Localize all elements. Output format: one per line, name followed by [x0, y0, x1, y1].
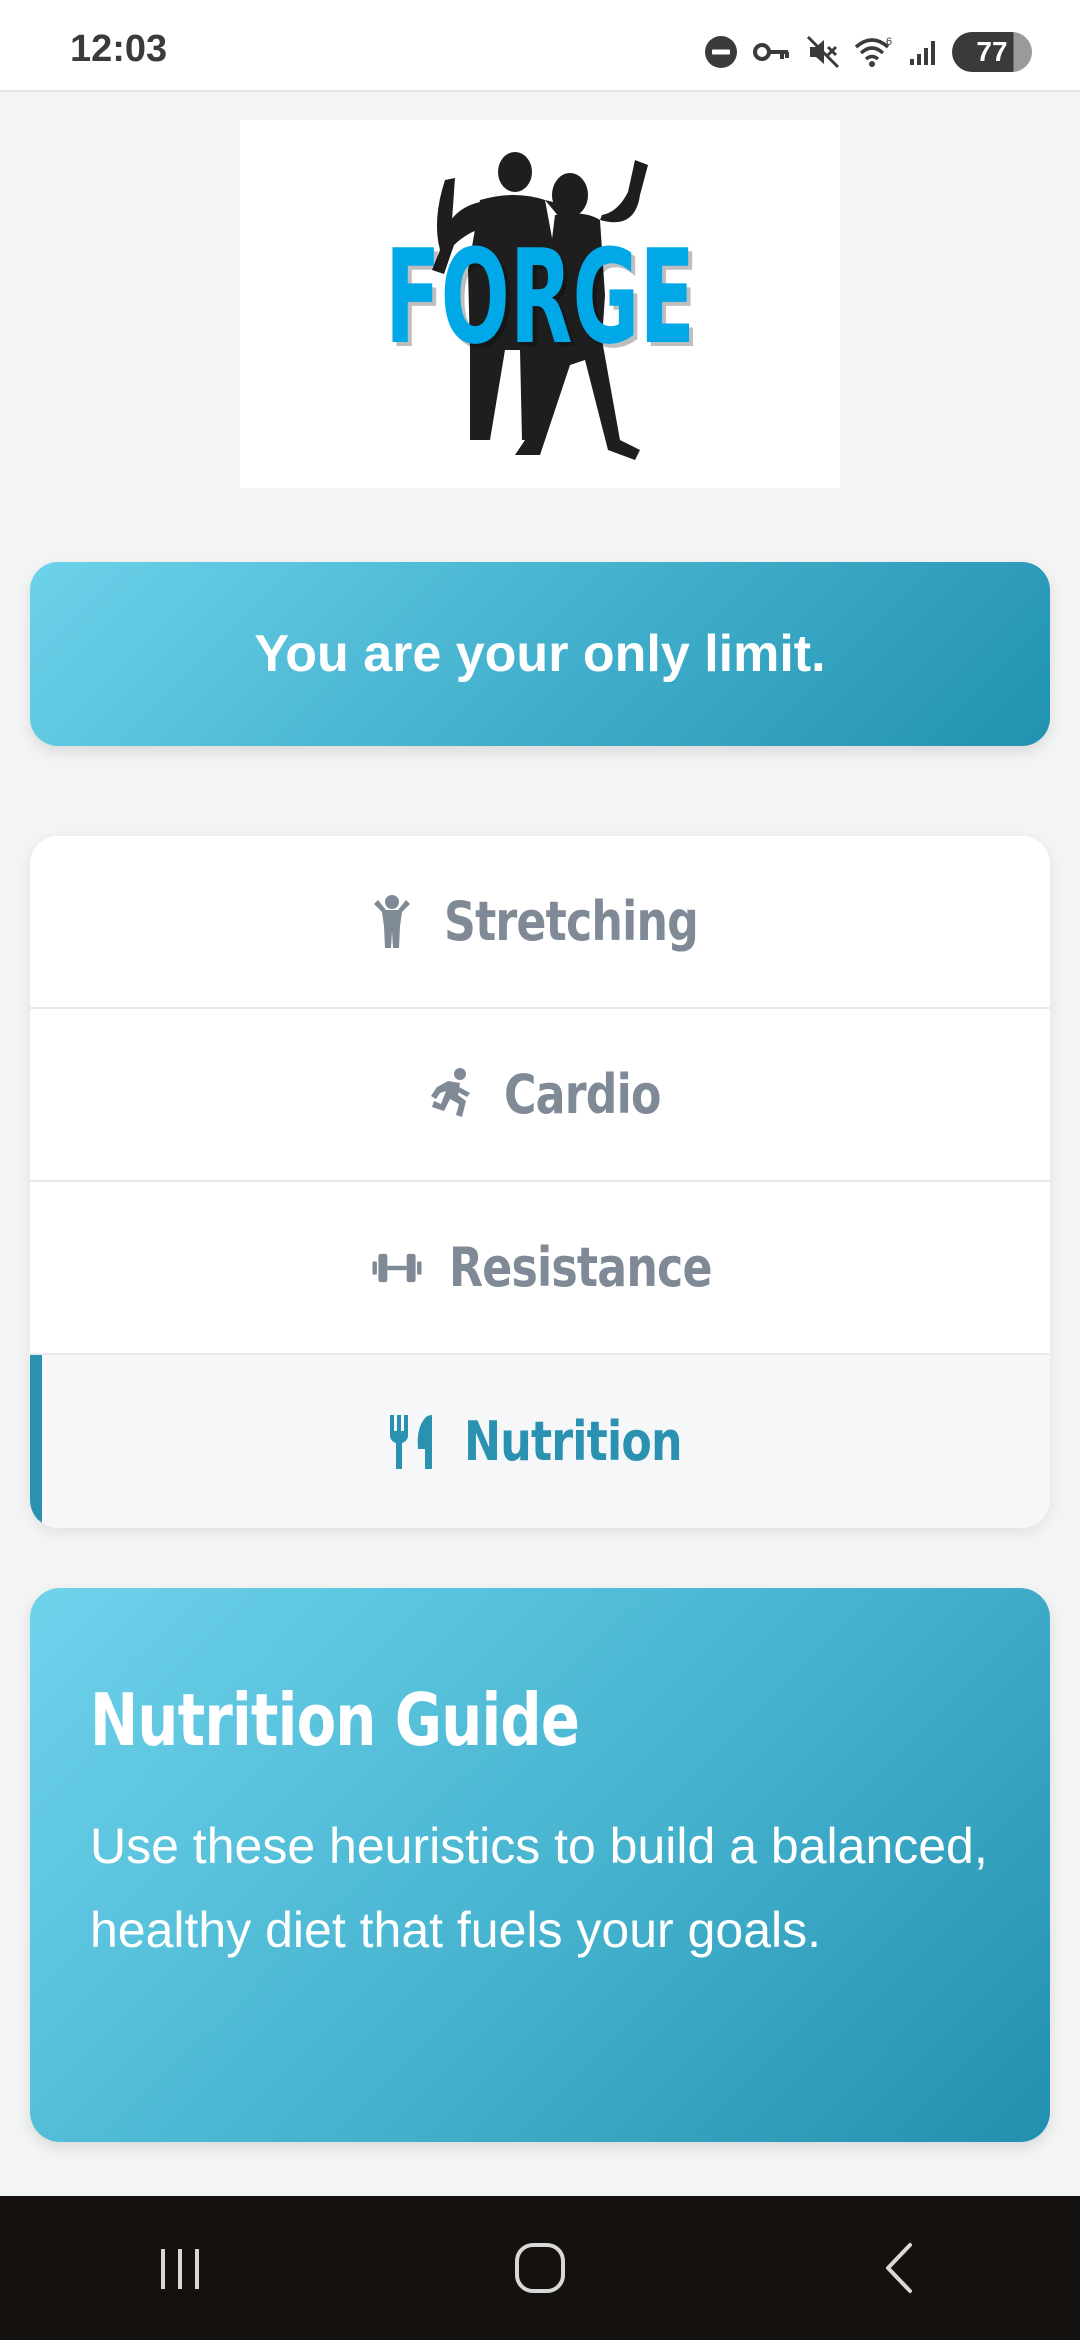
dumbbell-icon	[371, 1238, 423, 1298]
home-button[interactable]	[480, 2223, 600, 2313]
menu-item-nutrition[interactable]: Nutrition	[30, 1355, 1050, 1528]
vpn-key-icon	[752, 37, 792, 67]
guide-title: Nutrition Guide	[90, 1678, 580, 1762]
menu-item-stretching[interactable]: Stretching	[30, 836, 1050, 1009]
recent-apps-button[interactable]	[120, 2223, 240, 2313]
quote-text: You are your only limit.	[254, 625, 826, 683]
mute-icon	[806, 35, 840, 69]
battery-icon: 77	[952, 32, 1032, 72]
svg-text:6: 6	[886, 36, 892, 48]
menu-label-nutrition: Nutrition	[464, 1410, 683, 1473]
menu-label-resistance: Resistance	[449, 1236, 712, 1299]
menu-label-stretching: Stretching	[444, 890, 699, 953]
forge-logo-image: FORGE FORGE	[385, 152, 699, 460]
menu-item-cardio[interactable]: Cardio	[30, 1009, 1050, 1182]
system-navigation-bar	[0, 2196, 1080, 2340]
running-figure-icon	[426, 1065, 478, 1125]
category-menu: Stretching Cardio Resistance Nutrition	[30, 836, 1050, 1528]
motivational-quote-banner: You are your only limit.	[30, 562, 1050, 746]
signal-icon	[908, 37, 938, 67]
status-bar: 12:03 6 77	[0, 0, 1080, 92]
guide-description: Use these heuristics to build a balanced…	[90, 1818, 988, 1958]
back-icon	[886, 2243, 912, 2293]
do-not-disturb-icon	[704, 35, 738, 69]
utensils-icon	[386, 1412, 438, 1472]
forge-logo: FORGE FORGE	[240, 120, 840, 488]
forge-logo-text: FORGE	[385, 221, 695, 373]
battery-level: 77	[976, 36, 1008, 67]
wifi-icon: 6	[854, 35, 894, 69]
status-time: 12:03	[70, 28, 168, 70]
menu-label-cardio: Cardio	[504, 1063, 661, 1126]
nutrition-guide-card: Nutrition Guide Use these heuristics to …	[30, 1588, 1050, 2142]
status-icons: 6 77	[704, 32, 1032, 72]
stretching-figure-icon	[366, 892, 418, 952]
menu-item-resistance[interactable]: Resistance	[30, 1182, 1050, 1355]
back-button[interactable]	[840, 2223, 960, 2313]
home-icon	[515, 2243, 565, 2293]
recent-apps-icon	[161, 2249, 199, 2289]
